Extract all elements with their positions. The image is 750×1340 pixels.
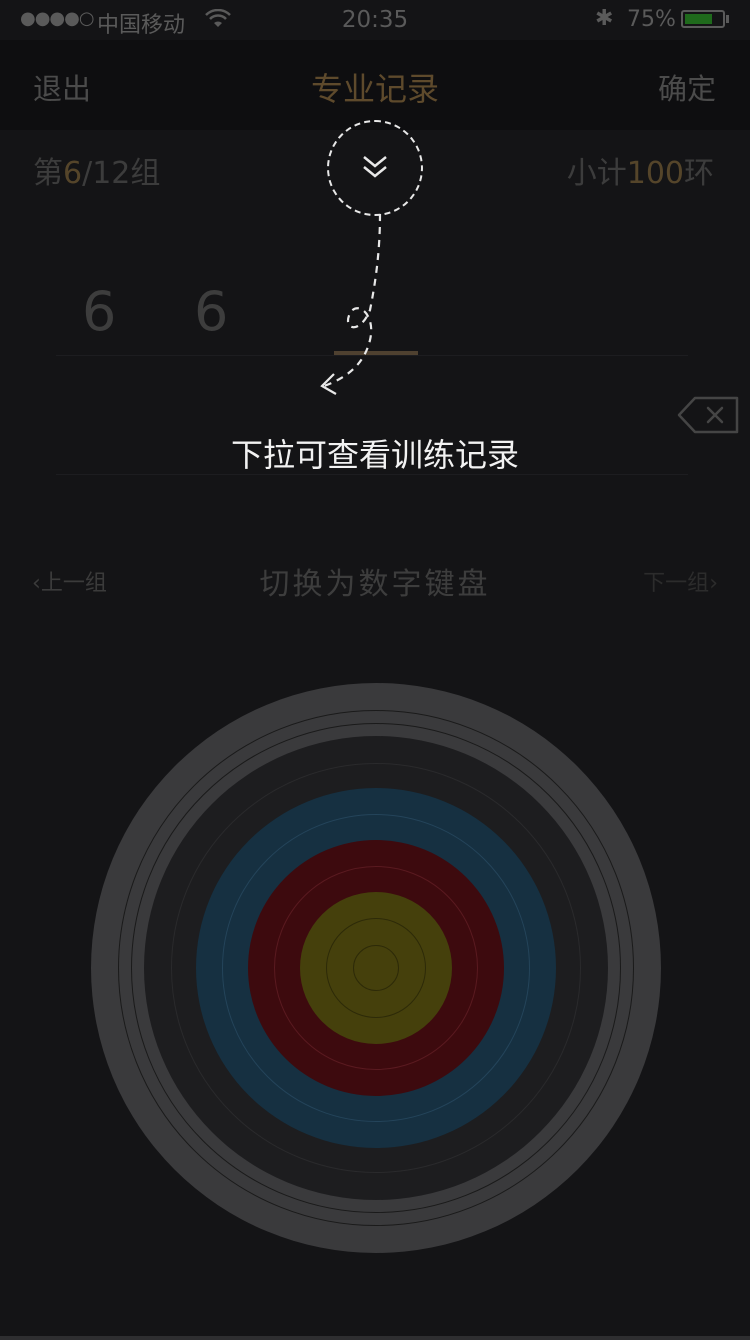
battery-icon: [681, 10, 725, 28]
pull-down-hint-text: 下拉可查看训练记录: [230, 436, 519, 474]
backspace-icon[interactable]: [677, 396, 739, 434]
nav-bar: 退出 专业记录 确定: [0, 40, 750, 130]
group-total: /12组: [82, 156, 161, 191]
subtotal-value: 100: [626, 156, 684, 191]
next-group-button[interactable]: 下一组›: [643, 565, 718, 597]
current-group-number: 6: [63, 156, 83, 191]
bottom-edge: [0, 1336, 750, 1340]
archery-record-screen: ●●●●○ 中国移动 20:35 ✱ 75% 退出 专业记录 确定 第6/12组…: [0, 0, 750, 1340]
status-bar: ●●●●○ 中国移动 20:35 ✱ 75%: [0, 0, 750, 40]
battery-percentage: 75%: [627, 7, 676, 32]
bluetooth-icon: ✱: [595, 6, 614, 31]
arrow-score-1[interactable]: 6: [82, 280, 116, 343]
subtotal-prefix: 小计: [566, 156, 627, 191]
archery-target[interactable]: [91, 683, 661, 1253]
double-chevron-down-icon: [363, 156, 387, 178]
group-prefix: 第: [33, 156, 63, 191]
chevron-right-icon: ›: [709, 571, 718, 596]
subtotal-unit: 环: [684, 156, 714, 191]
confirm-button[interactable]: 确定: [658, 66, 716, 108]
arrow-score-2[interactable]: 6: [194, 280, 228, 343]
switch-to-numeric-keyboard-button[interactable]: 切换为数字键盘: [0, 559, 750, 603]
battery-level: [685, 14, 712, 24]
battery-nub: [726, 15, 729, 23]
target-bullseye: [353, 945, 399, 991]
page-title: 专业记录: [310, 70, 439, 108]
next-group-label: 下一组: [643, 571, 710, 596]
subtotal: 小计100环: [567, 148, 714, 192]
pull-down-hint-arrow: [320, 213, 382, 395]
group-progress: 第6/12组: [33, 148, 160, 192]
